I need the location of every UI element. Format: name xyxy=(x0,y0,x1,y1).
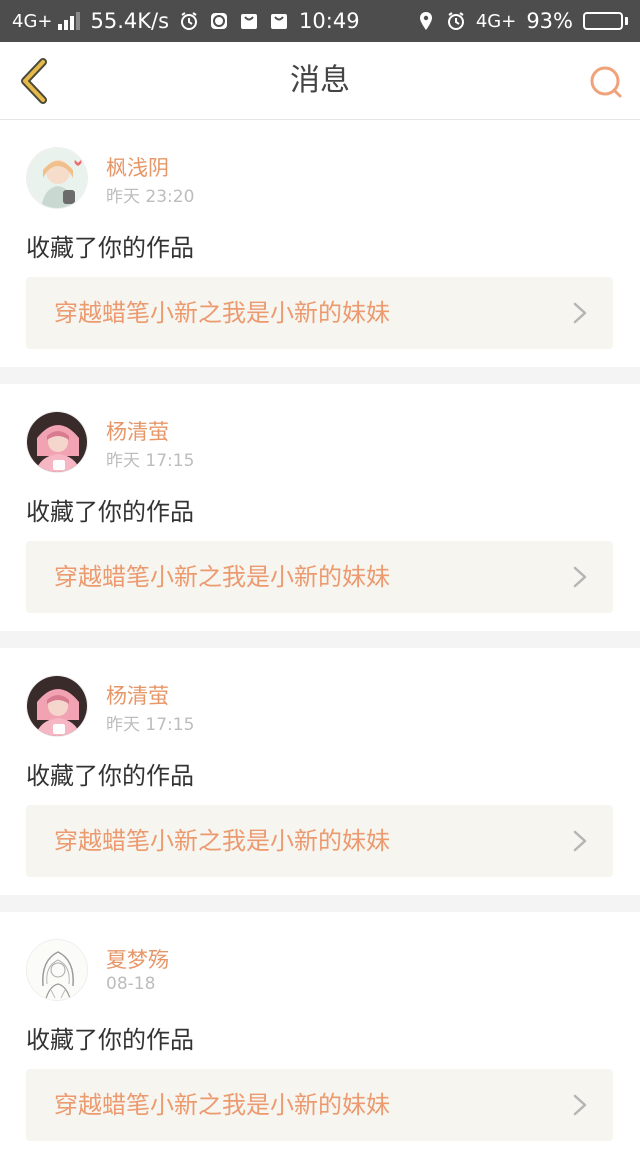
clock: 10:49 xyxy=(299,9,360,33)
work-title: 穿越蜡笔小新之我是小新的妹妹 xyxy=(54,1091,390,1119)
work-title: 穿越蜡笔小新之我是小新的妹妹 xyxy=(54,827,390,855)
action-text: 收藏了你的作品 xyxy=(26,1026,194,1054)
bag-icon xyxy=(269,11,289,31)
network-label: 4G+ xyxy=(475,10,517,32)
alarm-icon xyxy=(446,11,466,31)
network-speed: 55.4K/s xyxy=(90,9,170,33)
username[interactable]: 夏梦殇 xyxy=(106,944,169,974)
status-bar: 4G+ 55.4K/s 10:49 4G+ 93% xyxy=(0,0,640,42)
chevron-right-icon xyxy=(573,302,587,324)
status-bar-right: 4G+ 93% xyxy=(416,9,628,33)
chevron-right-icon xyxy=(573,1094,587,1116)
message-time: 昨天 17:15 xyxy=(106,715,195,735)
network-label: 4G+ xyxy=(12,10,53,32)
action-text: 收藏了你的作品 xyxy=(26,234,194,262)
location-icon xyxy=(416,11,436,31)
avatar[interactable] xyxy=(26,147,88,209)
search-icon[interactable] xyxy=(586,62,626,102)
username[interactable]: 杨清萤 xyxy=(106,416,169,446)
action-text: 收藏了你的作品 xyxy=(26,498,194,526)
message-card: 杨清萤 昨天 17:15 收藏了你的作品 穿越蜡笔小新之我是小新的妹妹 xyxy=(0,384,640,631)
username[interactable]: 枫浅阴 xyxy=(106,152,169,182)
page-title: 消息 xyxy=(290,63,350,98)
work-title: 穿越蜡笔小新之我是小新的妹妹 xyxy=(54,563,390,591)
work-link[interactable]: 穿越蜡笔小新之我是小新的妹妹 xyxy=(26,805,613,877)
work-link[interactable]: 穿越蜡笔小新之我是小新的妹妹 xyxy=(26,1069,613,1141)
work-link[interactable]: 穿越蜡笔小新之我是小新的妹妹 xyxy=(26,277,613,349)
alarm-icon xyxy=(179,11,199,31)
avatar[interactable] xyxy=(26,939,88,1001)
message-card: 枫浅阴 昨天 23:20 收藏了你的作品 穿越蜡笔小新之我是小新的妹妹 xyxy=(0,120,640,367)
message-card: 杨清萤 昨天 17:15 收藏了你的作品 穿越蜡笔小新之我是小新的妹妹 xyxy=(0,648,640,895)
action-text: 收藏了你的作品 xyxy=(26,762,194,790)
app-icon xyxy=(209,11,229,31)
battery-percent: 93% xyxy=(526,9,573,33)
message-time: 昨天 23:20 xyxy=(106,187,195,207)
username[interactable]: 杨清萤 xyxy=(106,680,169,710)
status-bar-left: 4G+ 55.4K/s 10:49 xyxy=(12,9,360,33)
chevron-right-icon xyxy=(573,830,587,852)
battery-icon xyxy=(583,12,628,30)
message-card: 夏梦殇 08-18 收藏了你的作品 穿越蜡笔小新之我是小新的妹妹 xyxy=(0,912,640,1159)
bag-icon xyxy=(239,11,259,31)
signal-icon xyxy=(58,12,81,30)
work-link[interactable]: 穿越蜡笔小新之我是小新的妹妹 xyxy=(26,541,613,613)
message-time: 08-18 xyxy=(106,974,156,994)
chevron-right-icon xyxy=(573,566,587,588)
avatar[interactable] xyxy=(26,675,88,737)
avatar[interactable] xyxy=(26,411,88,473)
nav-bar: 消息 xyxy=(0,42,640,120)
message-time: 昨天 17:15 xyxy=(106,451,195,471)
work-title: 穿越蜡笔小新之我是小新的妹妹 xyxy=(54,299,390,327)
